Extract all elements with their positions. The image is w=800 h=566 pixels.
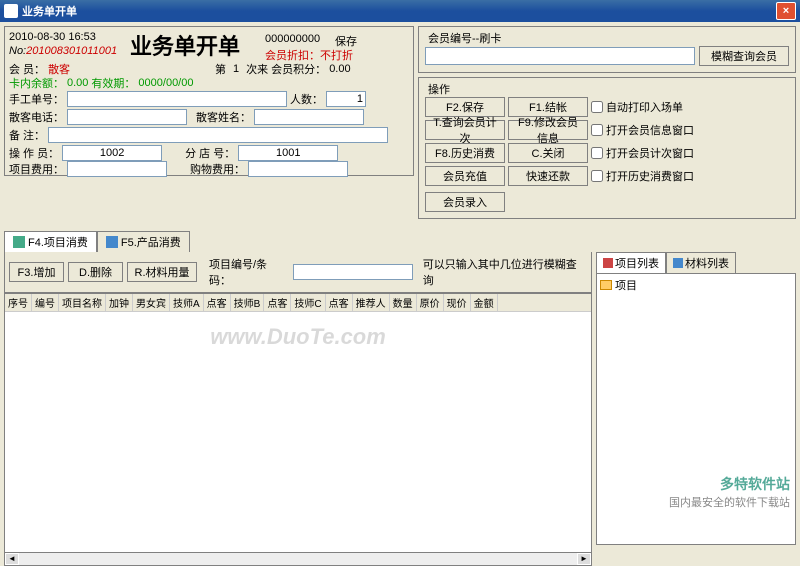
watermark: www.DuoTe.com [210, 324, 386, 350]
operator-label: 操 作 员： [9, 145, 59, 161]
order-no: No:201008301011001 [9, 45, 117, 57]
window-title: 业务单开单 [22, 3, 776, 19]
operator-input[interactable] [62, 145, 162, 161]
scroll-left-icon[interactable]: ◄ [5, 553, 19, 565]
scroll-right-icon[interactable]: ► [577, 553, 591, 565]
column-header[interactable]: 技师B [231, 294, 265, 311]
remark-label: 备 注： [9, 127, 45, 143]
datetime-label: 2010-08-30 16:53 [9, 31, 96, 43]
cart-icon [106, 236, 118, 248]
column-header[interactable]: 数量 [390, 294, 417, 311]
footer-watermark: 多特软件站 国内最安全的软件下载站 [669, 474, 790, 510]
people-label: 人数： [290, 91, 323, 107]
column-header[interactable]: 点客 [264, 294, 291, 311]
tab-material-list[interactable]: 材料列表 [666, 252, 736, 273]
recharge-button[interactable]: 会员充值 [425, 166, 505, 186]
close-button[interactable]: C.关闭 [508, 143, 588, 163]
items-table[interactable]: 序号编号项目名称加钟男女宾技师A点客技师B点客技师C点客推荐人数量原价现价金额 … [4, 293, 592, 553]
open-times-checkbox[interactable]: 打开会员计次窗口 [591, 143, 711, 163]
people-input[interactable] [326, 91, 366, 107]
column-header[interactable]: 项目名称 [59, 294, 106, 311]
code-input[interactable] [293, 264, 413, 280]
list-icon [13, 236, 25, 248]
guest-phone-input[interactable] [67, 109, 187, 125]
manual-no-input[interactable] [67, 91, 287, 107]
guest-name-input[interactable] [254, 109, 364, 125]
column-header[interactable]: 原价 [417, 294, 444, 311]
zeros-label: 000000000 [265, 33, 320, 45]
column-header[interactable]: 序号 [5, 294, 32, 311]
folder-icon [600, 280, 612, 290]
open-info-checkbox[interactable]: 打开会员信息窗口 [591, 120, 711, 140]
operations-panel: 操作 F2.保存 F1.结帐 自动打印入场单 T.查询会员计次 F9.修改会员信… [418, 77, 796, 219]
manual-no-label: 手工单号： [9, 91, 64, 107]
column-header[interactable]: 技师C [291, 294, 325, 311]
delete-button[interactable]: D.删除 [68, 262, 123, 282]
column-header[interactable]: 推荐人 [353, 294, 390, 311]
branch-input[interactable] [238, 145, 338, 161]
app-icon [4, 4, 18, 18]
member-entry-button[interactable]: 会员录入 [425, 192, 505, 212]
branch-label: 分 店 号： [185, 145, 235, 161]
material-button[interactable]: R.材料用量 [127, 262, 197, 282]
column-header[interactable]: 金额 [471, 294, 498, 311]
shop-fee-label: 购物费用： [190, 161, 245, 177]
horizontal-scrollbar[interactable]: ◄ ► [4, 552, 592, 566]
add-button[interactable]: F3.增加 [9, 262, 64, 282]
column-header[interactable]: 现价 [444, 294, 471, 311]
code-hint: 可以只输入其中几位进行模糊查询 [423, 256, 587, 288]
column-header[interactable]: 技师A [170, 294, 204, 311]
shop-fee-input[interactable] [248, 161, 348, 177]
tab-project-consume[interactable]: F4.项目消费 [4, 231, 97, 252]
fuzzy-query-button[interactable]: 模糊查询会员 [699, 46, 789, 66]
tree-icon [673, 258, 683, 268]
member-card-input[interactable] [425, 47, 695, 65]
balance-label: 卡内余额： [9, 75, 64, 91]
title-bar: 业务单开单 × [0, 0, 800, 22]
guest-name-label: 散客姓名： [196, 109, 251, 125]
close-icon[interactable]: × [776, 2, 796, 20]
code-label: 项目编号/条码： [209, 256, 289, 288]
refund-button[interactable]: 快速还款 [508, 166, 588, 186]
column-header[interactable]: 编号 [32, 294, 59, 311]
open-history-checkbox[interactable]: 打开历史消费窗口 [591, 166, 711, 186]
remark-input[interactable] [48, 127, 388, 143]
tree-root-item[interactable]: 项目 [600, 277, 792, 293]
history-button[interactable]: F8.历史消费 [425, 143, 505, 163]
proj-fee-label: 项目费用： [9, 161, 64, 177]
tree-icon [603, 258, 613, 268]
page-title: 业务单开单 [130, 29, 240, 61]
order-header-panel: 2010-08-30 16:53 No:201008301011001 业务单开… [4, 26, 414, 176]
proj-fee-input[interactable] [67, 161, 167, 177]
query-times-button[interactable]: T.查询会员计次 [425, 120, 505, 140]
member-card-panel: 会员编号--刷卡 模糊查询会员 [418, 26, 796, 73]
tab-project-list[interactable]: 项目列表 [596, 252, 666, 273]
column-header[interactable]: 男女宾 [133, 294, 170, 311]
modify-member-button[interactable]: F9.修改会员信息 [508, 120, 588, 140]
tab-product-consume[interactable]: F5.产品消费 [97, 231, 190, 252]
guest-phone-label: 散客电话： [9, 109, 64, 125]
column-header[interactable]: 加钟 [106, 294, 133, 311]
column-header[interactable]: 点客 [326, 294, 353, 311]
auto-print-checkbox[interactable]: 自动打印入场单 [591, 97, 711, 117]
column-header[interactable]: 点客 [204, 294, 231, 311]
